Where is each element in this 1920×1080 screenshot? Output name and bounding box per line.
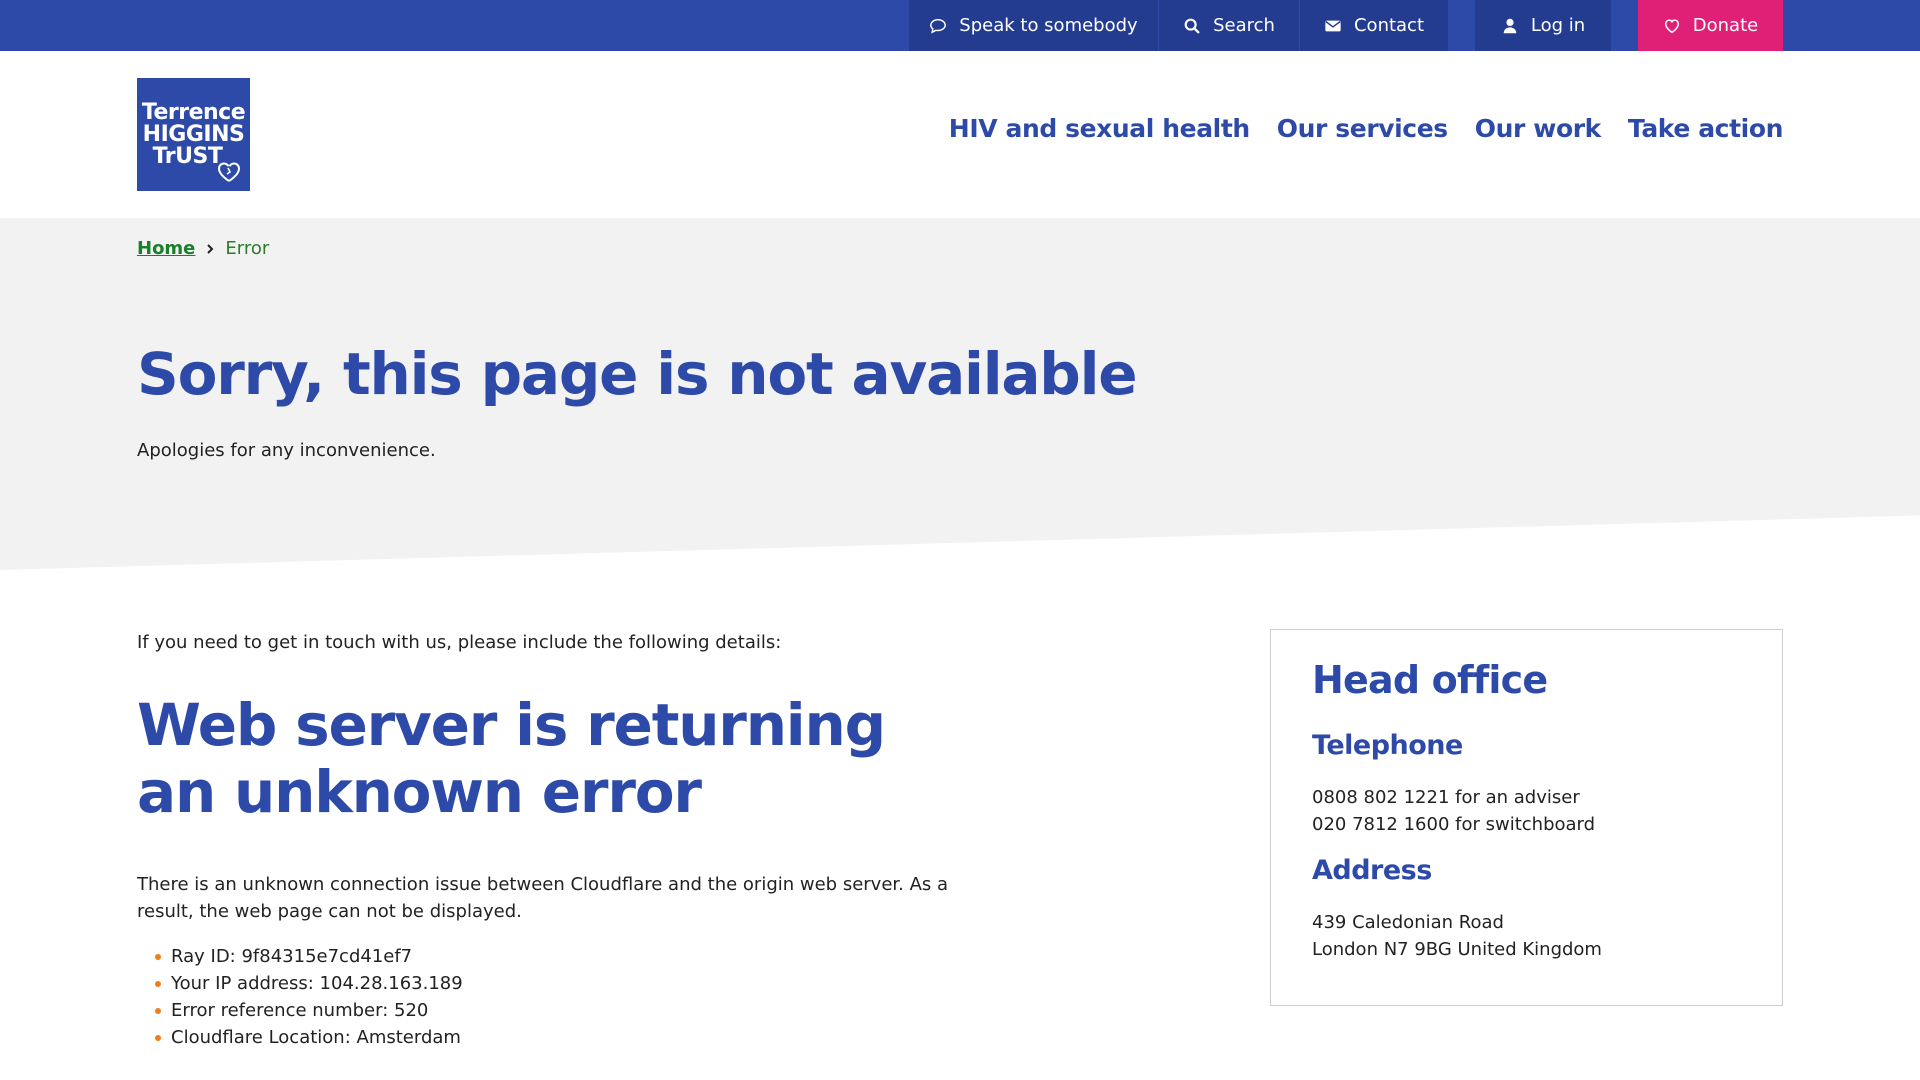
login-label: Log in	[1530, 15, 1586, 36]
head-office-title: Head office	[1312, 658, 1548, 702]
search-label: Search	[1213, 15, 1275, 36]
telephone-lines: 0808 802 1221 for an adviser 020 7812 16…	[1312, 784, 1595, 838]
list-item-error-reference: Error reference number: 520	[155, 997, 463, 1024]
address-city: London N7 9BG United Kingdom	[1312, 939, 1602, 960]
contact-label: Contact	[1353, 15, 1425, 36]
search-link[interactable]: Search	[1159, 0, 1299, 51]
utility-bar: Speak to somebody Search Contact Log in …	[0, 0, 1920, 51]
speech-bubble-icon	[930, 18, 947, 34]
donate-label: Donate	[1692, 15, 1759, 36]
heart-icon	[1664, 18, 1679, 33]
logo-heart-icon	[217, 162, 241, 182]
contact-intro-text: If you need to get in touch with us, ple…	[137, 632, 782, 653]
address-heading: Address	[1312, 855, 1432, 886]
page-title: Sorry, this page is not available	[137, 340, 1138, 408]
donate-button[interactable]: Donate	[1638, 0, 1783, 51]
list-item-cloudflare-location: Cloudflare Location: Amsterdam	[155, 1024, 463, 1051]
search-icon	[1184, 18, 1200, 33]
list-item-ray-id: Ray ID: 9f84315e7cd41ef7	[155, 943, 463, 970]
address-lines: 439 Caledonian Road London N7 9BG United…	[1312, 909, 1602, 963]
error-heading: Web server is returning an unknown error	[137, 691, 886, 826]
login-link[interactable]: Log in	[1475, 0, 1611, 51]
envelope-icon	[1325, 20, 1341, 31]
breadcrumb-current: Error	[225, 238, 270, 259]
address-street: 439 Caledonian Road	[1312, 912, 1504, 933]
telephone-adviser[interactable]: 0808 802 1221 for an adviser	[1312, 784, 1595, 811]
logo-line-3: TrUST	[152, 143, 223, 169]
speak-to-somebody-link[interactable]: Speak to somebody	[909, 0, 1158, 51]
user-icon	[1503, 18, 1517, 33]
error-details-list: Ray ID: 9f84315e7cd41ef7 Your IP address…	[155, 943, 463, 1051]
speak-label: Speak to somebody	[959, 15, 1138, 36]
logo-line-2: HIGGINS	[142, 121, 245, 147]
error-description: There is an unknown connection issue bet…	[137, 874, 949, 922]
contact-link[interactable]: Contact	[1300, 0, 1448, 51]
nav-item-our-services[interactable]: Our services	[1277, 114, 1448, 143]
logo-line-1: Terrence	[141, 99, 246, 125]
nav-item-our-work[interactable]: Our work	[1475, 114, 1602, 143]
main-navigation: HIV and sexual health Our services Our w…	[949, 114, 1784, 143]
breadcrumb: Home Error	[137, 238, 269, 259]
list-item-ip-address: Your IP address: 104.28.163.189	[155, 970, 463, 997]
head-office-card: Head office Telephone 0808 802 1221 for …	[1270, 629, 1783, 1006]
telephone-switchboard[interactable]: 020 7812 1600 for switchboard	[1312, 811, 1595, 838]
page-subtitle: Apologies for any inconvenience.	[137, 440, 436, 461]
telephone-heading: Telephone	[1312, 730, 1463, 761]
nav-item-hiv-and-sexual-health[interactable]: HIV and sexual health	[949, 114, 1250, 143]
site-logo[interactable]: Terrence HIGGINS TrUST	[137, 78, 250, 191]
breadcrumb-home-link[interactable]: Home	[137, 238, 195, 259]
nav-item-take-action[interactable]: Take action	[1628, 114, 1784, 143]
chevron-right-icon	[207, 243, 214, 254]
